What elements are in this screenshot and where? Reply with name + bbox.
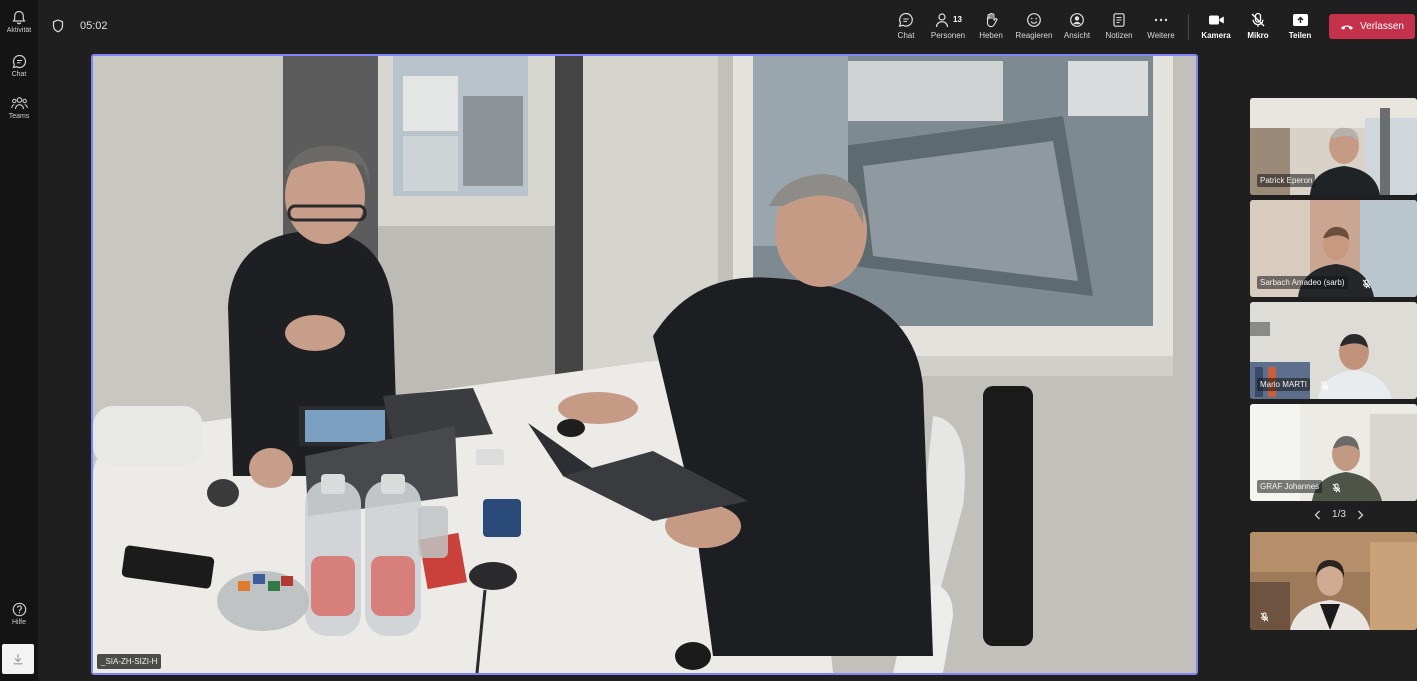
react-button-label: Reagieren xyxy=(1015,31,1053,40)
chat-button[interactable]: Chat xyxy=(884,12,928,40)
rail-item-teams[interactable]: Teams xyxy=(0,96,38,120)
participant-name: Patrick Eperon xyxy=(1257,174,1316,187)
more-icon xyxy=(1154,18,1168,22)
participant-name: Mario MARTI xyxy=(1257,378,1310,391)
download-icon xyxy=(13,654,23,665)
mic-muted-icon xyxy=(1320,381,1329,391)
main-video-name-tag: _SIA-ZH-SIZI-H xyxy=(97,654,162,669)
participant-video xyxy=(1250,532,1417,630)
view-icon xyxy=(1070,13,1084,27)
hang-up-icon xyxy=(1341,25,1354,30)
bell-icon xyxy=(12,10,26,25)
participant-tile-3[interactable]: Mario MARTI xyxy=(1250,302,1417,399)
participant-name: GRAF Johannes xyxy=(1257,480,1323,493)
people-button-label: Personen xyxy=(930,31,966,40)
leave-button-label: Verlassen xyxy=(1360,21,1404,32)
participant-count: 13 xyxy=(953,15,962,24)
smiley-icon xyxy=(1027,13,1041,27)
meeting-toolbar: 05:02 Chat 13 Personen Heben Reagieren A… xyxy=(38,0,1417,54)
rail-item-label: Aktivität xyxy=(6,27,32,34)
chevron-right-icon[interactable] xyxy=(1357,510,1364,520)
rail-item-activity[interactable]: Aktivität xyxy=(0,10,38,34)
view-button[interactable]: Ansicht xyxy=(1055,12,1099,40)
toolbar-divider xyxy=(1188,14,1189,40)
teams-icon xyxy=(10,97,28,110)
rail-item-label: Hilfe xyxy=(11,619,26,626)
react-button[interactable]: Reagieren xyxy=(1012,12,1056,40)
camera-button-label: Kamera xyxy=(1201,31,1231,40)
participant-tile-4[interactable]: GRAF Johannes xyxy=(1250,404,1417,501)
chat-button-label: Chat xyxy=(897,31,915,40)
people-icon xyxy=(935,13,949,28)
mic-button[interactable]: Mikro xyxy=(1236,12,1280,40)
mic-muted-icon xyxy=(1260,612,1269,622)
shield-icon[interactable] xyxy=(52,19,64,33)
mic-muted-icon xyxy=(1332,483,1341,493)
view-button-label: Ansicht xyxy=(1063,31,1091,40)
more-button-label: Weitere xyxy=(1147,31,1175,40)
main-video-feed[interactable]: _SIA-ZH-SIZI-H xyxy=(91,54,1198,675)
share-button-label: Teilen xyxy=(1288,31,1312,40)
download-button[interactable] xyxy=(2,644,34,674)
raise-hand-icon xyxy=(986,12,998,28)
rail-item-help[interactable]: Hilfe xyxy=(0,602,38,626)
notes-button[interactable]: Notizen xyxy=(1097,12,1141,40)
notes-button-label: Notizen xyxy=(1105,31,1133,40)
camera-button[interactable]: Kamera xyxy=(1194,12,1238,40)
mic-button-label: Mikro xyxy=(1247,31,1269,40)
chat-icon xyxy=(12,54,26,69)
help-icon xyxy=(12,602,26,617)
camera-icon xyxy=(1208,15,1224,25)
mic-muted-icon xyxy=(1362,279,1371,289)
rail-item-chat[interactable]: Chat xyxy=(0,54,38,78)
rail-item-label: Chat xyxy=(11,71,27,78)
participant-pager: 1/3 xyxy=(1314,509,1364,520)
rail-item-label: Teams xyxy=(8,113,30,120)
teams-meeting-window: Aktivität Chat Teams Hilfe 05:02 Chat 13… xyxy=(0,0,1417,681)
more-button[interactable]: Weitere xyxy=(1139,12,1183,40)
leave-button[interactable]: Verlassen xyxy=(1329,14,1415,39)
notes-icon xyxy=(1113,13,1125,27)
people-button[interactable]: 13 Personen xyxy=(926,12,970,40)
raise-hand-label: Heben xyxy=(979,31,1003,40)
participant-tile-2[interactable]: Sarbach Amadeo (sarb) xyxy=(1250,200,1417,297)
share-icon xyxy=(1292,14,1308,26)
participant-tile-1[interactable]: Patrick Eperon xyxy=(1250,98,1417,195)
chat-icon xyxy=(898,12,913,28)
self-view-tile[interactable] xyxy=(1250,532,1417,630)
meeting-room-video xyxy=(93,56,1196,673)
share-button[interactable]: Teilen xyxy=(1278,12,1322,40)
raise-hand-button[interactable]: Heben xyxy=(969,12,1013,40)
app-rail: Aktivität Chat Teams Hilfe xyxy=(0,0,38,681)
participant-name: Sarbach Amadeo (sarb) xyxy=(1257,276,1348,289)
page-indicator: 1/3 xyxy=(1332,509,1346,520)
chevron-left-icon[interactable] xyxy=(1314,510,1321,520)
mic-off-icon xyxy=(1251,12,1265,27)
meeting-timer: 05:02 xyxy=(80,20,108,32)
